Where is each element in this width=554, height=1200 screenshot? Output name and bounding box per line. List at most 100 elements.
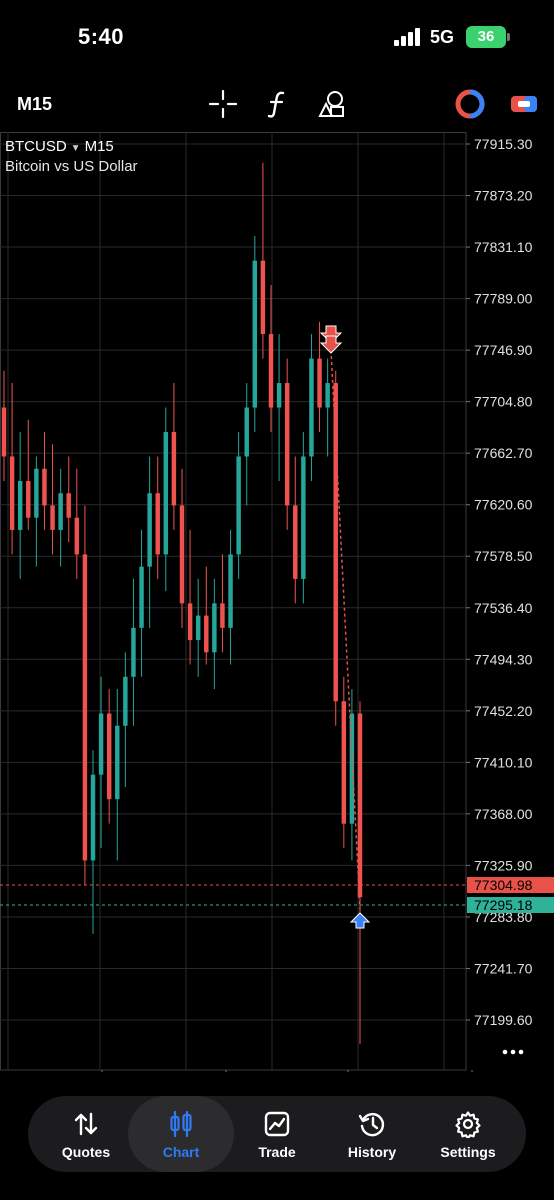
more-menu-icon[interactable] bbox=[518, 1049, 524, 1055]
nav-quotes[interactable]: Quotes bbox=[38, 1096, 134, 1172]
candle-body bbox=[228, 554, 233, 628]
y-tick-label: 77662.70 bbox=[474, 445, 533, 461]
y-tick-label: 77452.20 bbox=[474, 703, 533, 719]
history-icon bbox=[358, 1113, 385, 1137]
y-tick-label: 77494.30 bbox=[474, 651, 533, 667]
more-menu-icon[interactable] bbox=[502, 1049, 508, 1055]
candle-body bbox=[236, 456, 241, 555]
candle-body bbox=[284, 383, 290, 506]
nav-settings[interactable]: Settings bbox=[420, 1096, 516, 1172]
candle-body bbox=[115, 725, 120, 800]
candle-body bbox=[179, 505, 185, 604]
candle-body bbox=[220, 603, 225, 628]
plot-frame bbox=[0, 132, 467, 1071]
candle-body bbox=[1, 407, 7, 457]
candle-body bbox=[325, 383, 330, 408]
candle-body bbox=[268, 334, 274, 408]
candle-body bbox=[66, 493, 71, 518]
candle-body bbox=[82, 554, 88, 861]
y-tick-label: 77199.60 bbox=[474, 1012, 533, 1028]
candle-body bbox=[90, 774, 96, 861]
candle-body bbox=[187, 603, 193, 641]
buy-arrow-icon[interactable] bbox=[349, 912, 371, 929]
y-tick-label: 77325.90 bbox=[474, 857, 533, 873]
candle-body bbox=[26, 480, 31, 518]
y-tick-label: 77746.90 bbox=[474, 342, 533, 358]
candle-body bbox=[139, 566, 144, 628]
battery-icon: 36 bbox=[466, 26, 506, 48]
more-menu-icon[interactable] bbox=[510, 1049, 516, 1055]
candle-body bbox=[17, 480, 23, 530]
nav-history[interactable]: History bbox=[324, 1096, 420, 1172]
candle-body bbox=[317, 358, 322, 408]
y-tick-label: 77789.00 bbox=[474, 291, 533, 307]
nav-quotes-label: Quotes bbox=[61, 1144, 111, 1160]
symbol-timeframe: M15 bbox=[84, 138, 114, 155]
crosshair-icon[interactable] bbox=[207, 88, 239, 120]
chart-toolbar: M15 bbox=[0, 74, 554, 132]
nav-trade[interactable]: Trade bbox=[229, 1096, 325, 1172]
y-tick-label: 77704.80 bbox=[474, 394, 533, 410]
nav-chart-label: Chart bbox=[162, 1144, 200, 1160]
candle-body bbox=[244, 407, 249, 457]
y-tick-label: 77368.00 bbox=[474, 806, 533, 822]
candle-body bbox=[58, 493, 63, 530]
bottom-nav: Quotes Chart Trade History Settings bbox=[28, 1096, 526, 1172]
candle-body bbox=[212, 603, 217, 653]
network-label: 5G bbox=[430, 27, 455, 47]
candle-body bbox=[276, 383, 282, 408]
candle-body bbox=[9, 456, 15, 530]
battery-cap bbox=[507, 33, 510, 41]
ask-price-label: 77295.18 bbox=[474, 897, 533, 913]
trade-toggle-icon[interactable] bbox=[508, 88, 540, 120]
bid-price-label: 77304.98 bbox=[474, 877, 533, 893]
y-tick-label: 77873.20 bbox=[474, 188, 533, 204]
candle-body bbox=[106, 713, 112, 800]
status-time: 5:40 bbox=[78, 24, 125, 49]
candle-body bbox=[74, 517, 80, 555]
candle-body bbox=[147, 493, 152, 567]
candle-body bbox=[155, 493, 160, 555]
y-tick-label: 77915.30 bbox=[474, 136, 533, 152]
candle-body bbox=[252, 260, 258, 408]
objects-icon[interactable] bbox=[316, 88, 348, 120]
candle-body bbox=[171, 432, 177, 506]
candle-body bbox=[204, 615, 209, 653]
y-tick-label: 77831.10 bbox=[474, 239, 533, 255]
nav-trade-label: Trade bbox=[258, 1144, 296, 1160]
candle-body bbox=[34, 468, 39, 518]
candle-body bbox=[50, 505, 55, 530]
y-tick-label: 77410.10 bbox=[474, 754, 533, 770]
candle-body bbox=[293, 505, 298, 579]
settings-icon bbox=[455, 1111, 481, 1138]
nav-settings-label: Settings bbox=[440, 1144, 496, 1160]
symbol-header[interactable]: BTCUSD ▼ M15 bbox=[5, 138, 114, 155]
y-tick-label: 77536.40 bbox=[474, 600, 533, 616]
candle-body bbox=[357, 713, 363, 898]
candle-body bbox=[163, 432, 169, 555]
timeframe-selector[interactable]: M15 bbox=[17, 94, 52, 115]
candle-body bbox=[195, 615, 201, 641]
chart-icon bbox=[170, 1110, 192, 1138]
candle-body bbox=[42, 468, 47, 506]
price-chart[interactable]: 77915.30 77873.20 77831.10 77789.00 77746.90… bbox=[0, 132, 554, 1072]
candle-body bbox=[98, 713, 104, 775]
quotes-icon bbox=[74, 1112, 98, 1136]
candle-body bbox=[123, 676, 128, 726]
symbol-description: Bitcoin vs US Dollar bbox=[5, 158, 138, 175]
function-icon[interactable] bbox=[262, 88, 294, 120]
nav-history-label: History bbox=[347, 1144, 397, 1160]
symbol-dropdown-icon[interactable]: ▼ bbox=[71, 143, 81, 154]
y-tick-label: 77578.50 bbox=[474, 548, 533, 564]
candle-body bbox=[260, 260, 266, 335]
symbol-name: BTCUSD bbox=[5, 138, 67, 155]
candle-body bbox=[341, 701, 347, 824]
indicator-toggle-icon[interactable] bbox=[454, 88, 486, 120]
candle-body bbox=[301, 456, 306, 579]
candle-body bbox=[131, 627, 136, 677]
y-tick-label: 77241.70 bbox=[474, 960, 533, 976]
nav-chart[interactable]: Chart bbox=[128, 1096, 234, 1172]
candle-body bbox=[309, 358, 314, 457]
candlestick-chart[interactable]: 77915.30 77873.20 77831.10 77789.00 77746.90… bbox=[0, 132, 554, 1072]
trade-icon bbox=[264, 1111, 290, 1137]
